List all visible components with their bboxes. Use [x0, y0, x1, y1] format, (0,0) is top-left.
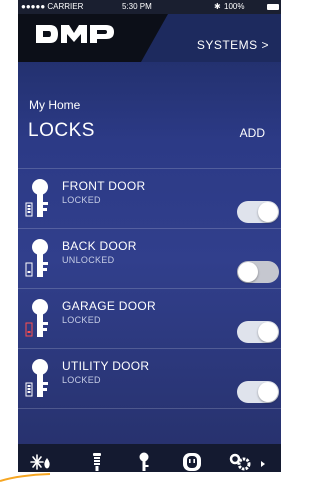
systems-link[interactable]: SYSTEMS >: [197, 38, 269, 52]
status-bar: ●●●●● CARRIER 5:30 PM ✱ 100%: [18, 0, 281, 14]
lock-status: LOCKED: [62, 315, 101, 325]
toggle-knob: [258, 382, 278, 402]
phone-screen: ●●●●● CARRIER 5:30 PM ✱ 100% SYSTEMS > M…: [18, 0, 281, 472]
list-divider: [18, 408, 281, 410]
lock-name: GARAGE DOOR: [62, 299, 156, 313]
lock-row-back-door: BACK DOOR UNLOCKED: [18, 228, 281, 288]
lock-name: UTILITY DOOR: [62, 359, 150, 373]
bluetooth-icon: ✱: [214, 2, 221, 11]
battery-percent: 100%: [224, 2, 245, 11]
dmp-logo: [34, 22, 118, 46]
battery-icon: [267, 4, 279, 10]
lock-status: LOCKED: [62, 195, 101, 205]
clock-label: 5:30 PM: [122, 2, 152, 11]
lock-key-icon[interactable]: [133, 452, 155, 472]
toggle-knob: [258, 202, 278, 222]
key-icon: [25, 178, 55, 222]
carrier-label: ●●●●● CARRIER: [21, 2, 84, 11]
lock-toggle[interactable]: [237, 261, 279, 283]
lock-status: LOCKED: [62, 375, 101, 385]
lock-name: FRONT DOOR: [62, 179, 146, 193]
lock-toggle[interactable]: [237, 381, 279, 403]
lock-row-utility-door: UTILITY DOOR LOCKED: [18, 348, 281, 408]
outlet-icon[interactable]: [181, 452, 203, 472]
location-label: My Home: [29, 98, 81, 112]
toggle-knob: [238, 262, 258, 282]
lock-toggle[interactable]: [237, 201, 279, 223]
thermostat-icon[interactable]: [30, 452, 52, 472]
toggle-knob: [258, 322, 278, 342]
lock-name: BACK DOOR: [62, 239, 137, 253]
lock-status: UNLOCKED: [62, 255, 115, 265]
key-icon: [25, 298, 55, 342]
lock-toggle[interactable]: [237, 321, 279, 343]
lock-row-garage-door: GARAGE DOOR LOCKED: [18, 288, 281, 348]
key-icon: [25, 358, 55, 402]
lock-row-front-door: FRONT DOOR LOCKED: [18, 168, 281, 228]
key-icon: [25, 238, 55, 282]
decorative-swoosh: [0, 471, 60, 489]
page-title: LOCKS: [28, 120, 95, 141]
light-bulb-icon[interactable]: [86, 452, 108, 472]
add-button[interactable]: ADD: [240, 126, 265, 140]
gears-icon[interactable]: [229, 452, 269, 472]
